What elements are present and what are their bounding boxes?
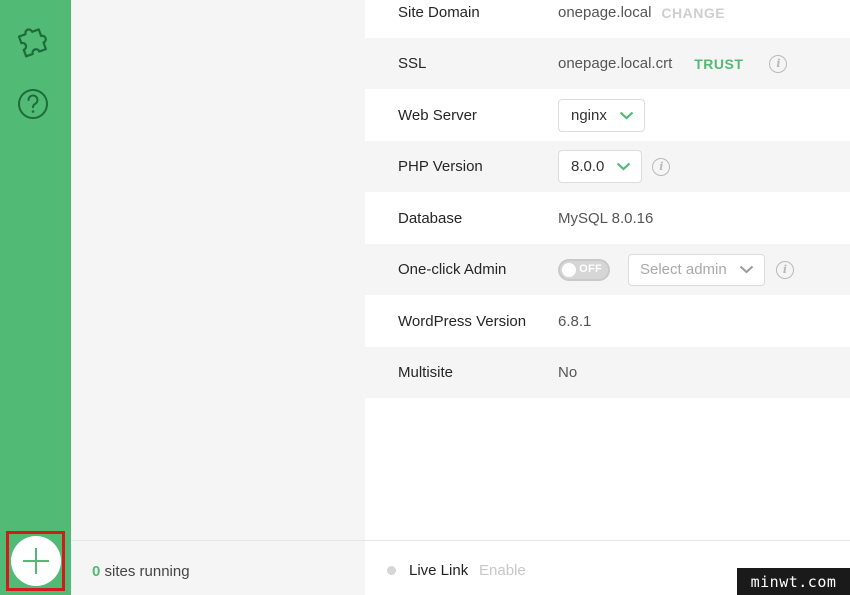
multisite-value: No (558, 364, 578, 381)
web-server-select[interactable]: nginx (558, 99, 645, 132)
chevron-down-icon (617, 162, 631, 171)
plus-icon (23, 548, 49, 574)
one-click-admin-label: One-click Admin (398, 261, 507, 278)
web-server-value: nginx (571, 107, 607, 124)
site-domain-label: Site Domain (398, 4, 480, 21)
live-link-label: Live Link (409, 562, 469, 579)
sites-running-count: 0 (92, 563, 101, 580)
chevron-down-icon (739, 265, 754, 274)
add-site-highlight (6, 531, 65, 591)
chevron-down-icon (619, 111, 634, 120)
wordpress-version-value: 6.8.1 (558, 313, 592, 330)
live-link-status-dot (387, 566, 396, 575)
admin-user-select[interactable]: Select admin (628, 253, 765, 286)
web-server-label: Web Server (398, 107, 477, 124)
ssl-label: SSL (398, 55, 427, 72)
info-icon[interactable]: i (769, 54, 788, 73)
sites-running-label: sites running (104, 563, 190, 580)
trust-ssl-button[interactable]: TRUST (694, 56, 743, 72)
info-icon[interactable]: i (652, 157, 671, 176)
row-site-domain: Site Domain onepage.local CHANGE (365, 0, 850, 38)
left-rail (0, 0, 71, 595)
multisite-label: Multisite (398, 364, 454, 381)
php-version-value: 8.0.0 (571, 158, 605, 175)
watermark: minwt.com (737, 568, 850, 595)
database-label: Database (398, 210, 463, 227)
row-multisite: Multisite No (365, 347, 850, 398)
row-web-server: Web Server nginx (365, 90, 850, 141)
sites-running-status: 0 sites running (92, 563, 190, 580)
row-ssl: SSL onepage.local.crt TRUST i (365, 38, 850, 89)
live-link-enable-button[interactable]: Enable (479, 562, 526, 579)
puzzle-icon[interactable] (13, 18, 53, 58)
one-click-admin-toggle[interactable]: OFF (558, 258, 610, 281)
database-value: MySQL 8.0.16 (558, 210, 654, 227)
site-list-pane (71, 0, 365, 540)
row-one-click-admin: One-click Admin OFF Select admin i (365, 244, 850, 295)
toggle-knob (562, 262, 576, 277)
php-version-label: PHP Version (398, 158, 483, 175)
footer-sites-area: 0 sites running (71, 541, 365, 595)
footer-bar: 0 sites running Live Link Enable (71, 540, 850, 595)
toggle-state: OFF (579, 262, 602, 275)
change-domain-button[interactable]: CHANGE (661, 5, 725, 21)
site-details-pane: Site Domain onepage.local CHANGE SSL one… (365, 0, 850, 540)
site-domain-value: onepage.local (558, 4, 652, 21)
row-database: Database MySQL 8.0.16 (365, 193, 850, 244)
question-circle-icon[interactable] (13, 84, 53, 124)
admin-user-placeholder: Select admin (640, 261, 727, 278)
info-icon[interactable]: i (776, 260, 794, 279)
wordpress-version-label: WordPress Version (398, 313, 527, 330)
add-site-button[interactable] (11, 536, 61, 586)
php-version-select[interactable]: 8.0.0 (558, 150, 643, 183)
ssl-value: onepage.local.crt (558, 55, 673, 72)
row-wordpress-version: WordPress Version 6.8.1 (365, 296, 850, 347)
row-php-version: PHP Version 8.0.0 i (365, 141, 850, 192)
